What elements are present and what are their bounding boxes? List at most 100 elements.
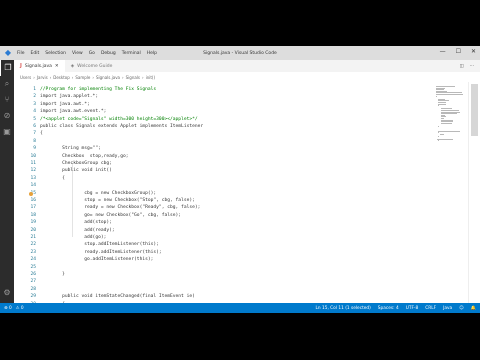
menu-item-view[interactable]: View	[72, 51, 83, 56]
code-line[interactable]: 8	[14, 138, 434, 145]
code-line[interactable]: 1 //Program for implementing The Fix Sign…	[14, 86, 434, 93]
code-line[interactable]: 21 add(go);	[14, 234, 434, 241]
code-line[interactable]: 11 CheckboxGroup cbg;	[14, 160, 434, 167]
tab-welcome-guide[interactable]: ◈ Welcome Guide	[65, 60, 119, 72]
code-line[interactable]: 14	[14, 182, 434, 189]
code-line[interactable]: 18 go= new Checkbox("Go", cbg, false);	[14, 212, 434, 219]
line-number: 12	[30, 168, 36, 174]
feedback-icon[interactable]: ☺	[459, 306, 463, 311]
code-line[interactable]: 5 /*<applet code="Signals" width=300 heig…	[14, 116, 434, 123]
menu-item-selection[interactable]: Selection	[45, 51, 66, 56]
line-number: 27	[30, 279, 36, 285]
tab-signals-java[interactable]: J Signals.java ✕	[14, 60, 65, 72]
source-control-icon[interactable]: ⑂	[0, 92, 14, 108]
menu-item-terminal[interactable]: Terminal	[122, 51, 141, 56]
breadcrumb-item[interactable]: Jarvis	[37, 75, 48, 80]
indentation-setting[interactable]: Spaces: 4	[378, 306, 399, 311]
line-number: 1	[33, 87, 36, 92]
code-line[interactable]: 9 String msg="";	[14, 145, 434, 152]
split-editor-icon[interactable]: ◫	[459, 64, 463, 69]
errors-count[interactable]: ⊗ 0	[4, 306, 12, 311]
warnings-count[interactable]: ⚠ 0	[16, 306, 24, 311]
notifications-icon[interactable]: 🔔	[471, 306, 476, 311]
code-line[interactable]: 17 ready = new Checkbox("Ready", cbg, fa…	[14, 204, 434, 211]
breadcrumb-item[interactable]: Users	[20, 75, 31, 80]
code-line[interactable]: 6 public class Signals extends Applet imp…	[14, 123, 434, 130]
vscode-logo-icon: ◆	[4, 48, 12, 57]
menu-item-help[interactable]: Help	[147, 51, 157, 56]
code-line[interactable]: 24 go.addItemListener(this);	[14, 256, 434, 263]
code-line[interactable]: 29 public void itemStateChanged(final It…	[14, 293, 434, 300]
code-line[interactable]: 13 {	[14, 175, 434, 182]
code-line[interactable]: 23 ready.addItemListener(this);	[14, 249, 434, 256]
vertical-scrollbar[interactable]	[468, 82, 480, 303]
code-line[interactable]: 19 add(stop);	[14, 219, 434, 226]
code-text: public class Signals extends Applet impl…	[40, 124, 204, 129]
code-text: /*<applet code="Signals" width=300 heigh…	[40, 116, 198, 122]
files-icon[interactable]: ❐	[0, 60, 15, 76]
editor-tabs: J Signals.java ✕ ◈ Welcome Guide ◫ ···	[14, 60, 480, 72]
code-line[interactable]: 16 stop = new Checkbox("Stop", cbg, fals…	[14, 197, 434, 204]
code-line[interactable]: 15 cbg = new CheckboxGroup();	[14, 190, 434, 197]
line-number: 28	[30, 286, 36, 292]
extensions-icon[interactable]: ▣	[0, 124, 14, 140]
line-number: 8	[33, 138, 36, 144]
line-number: 22	[30, 242, 36, 248]
breakpoint-icon[interactable]	[29, 191, 33, 196]
breadcrumb-item[interactable]: Desktop	[53, 75, 70, 80]
breadcrumb-separator-icon: ›	[122, 74, 124, 80]
breadcrumb-item[interactable]: Sample	[75, 75, 90, 80]
breadcrumb-item[interactable]: Signals	[126, 75, 140, 80]
more-actions-icon[interactable]: ···	[470, 64, 474, 69]
code-text: add(go);	[40, 235, 107, 240]
code-line[interactable]: 3 import java.awt.*;	[14, 101, 434, 108]
code-line[interactable]: 25	[14, 264, 434, 271]
breadcrumb-item[interactable]: init()	[146, 75, 155, 80]
line-number: 21	[30, 235, 36, 240]
cursor-position[interactable]: Ln 15, Col 11 (1 selected)	[316, 306, 371, 311]
maximize-icon[interactable]: ☐	[456, 48, 461, 55]
java-file-icon: J	[20, 63, 22, 69]
code-editor[interactable]: 1 //Program for implementing The Fix Sign…	[14, 82, 434, 313]
line-ending[interactable]: CRLF	[425, 306, 436, 311]
breadcrumb-separator-icon: ›	[142, 74, 144, 80]
code-line[interactable]: 7{	[14, 130, 434, 137]
tab-close-icon[interactable]: ✕	[55, 64, 59, 69]
code-text: go.addItemListener(this);	[40, 257, 154, 263]
code-line[interactable]: 22 stop.addItemListener(this);	[14, 241, 434, 248]
language-mode[interactable]: Java	[443, 306, 452, 311]
code-line[interactable]: 2 import java.applet.*;	[14, 93, 434, 100]
code-line[interactable]: 4 import java.awt.event.*;	[14, 108, 434, 115]
search-icon[interactable]: ⌕	[0, 76, 14, 92]
code-line[interactable]: 20 add(ready);	[14, 227, 434, 234]
close-icon[interactable]: ✕	[471, 48, 476, 55]
code-line[interactable]: 28	[14, 286, 434, 293]
menu-item-debug[interactable]: Debug	[101, 51, 116, 56]
breadcrumb-separator-icon: ›	[49, 74, 52, 80]
menu-item-file[interactable]: File	[17, 51, 25, 56]
encoding[interactable]: UTF-8	[406, 306, 419, 311]
code-line[interactable]: 27	[14, 278, 434, 285]
minimize-icon[interactable]: —	[440, 48, 446, 55]
line-number: 18	[30, 212, 36, 218]
tab-label: Signals.java	[24, 63, 52, 69]
menu-item-edit[interactable]: Edit	[31, 51, 40, 56]
code-text: //Program for implementing The Fix Signa…	[40, 87, 157, 92]
code-text: public void init()	[40, 168, 112, 174]
code-line[interactable]: 10 Checkbox stop,ready,go;	[14, 153, 434, 160]
code-text: ready = new Checkbox("Ready", cbg, false…	[40, 205, 201, 211]
minimap[interactable]	[434, 82, 468, 303]
menu-bar: File Edit Selection View Go Debug Terminal Help	[17, 51, 163, 56]
menu-item-go[interactable]: Go	[89, 51, 95, 56]
minimap-line	[440, 122, 453, 124]
breadcrumb-item[interactable]: Signals.java	[96, 75, 120, 80]
debug-icon[interactable]: ⊘	[0, 108, 14, 124]
scrollbar-thumb[interactable]	[471, 84, 478, 136]
settings-gear-icon[interactable]: ⚙	[0, 285, 14, 301]
code-line[interactable]: 26 }	[14, 271, 434, 278]
minimap-line	[436, 94, 463, 95]
minimap-line	[438, 130, 460, 132]
code-line[interactable]: 12 public void init()	[14, 167, 434, 174]
code-text: Checkbox stop,ready,go;	[40, 153, 129, 159]
code-text: public void itemStateChanged(final ItemE…	[40, 294, 195, 300]
